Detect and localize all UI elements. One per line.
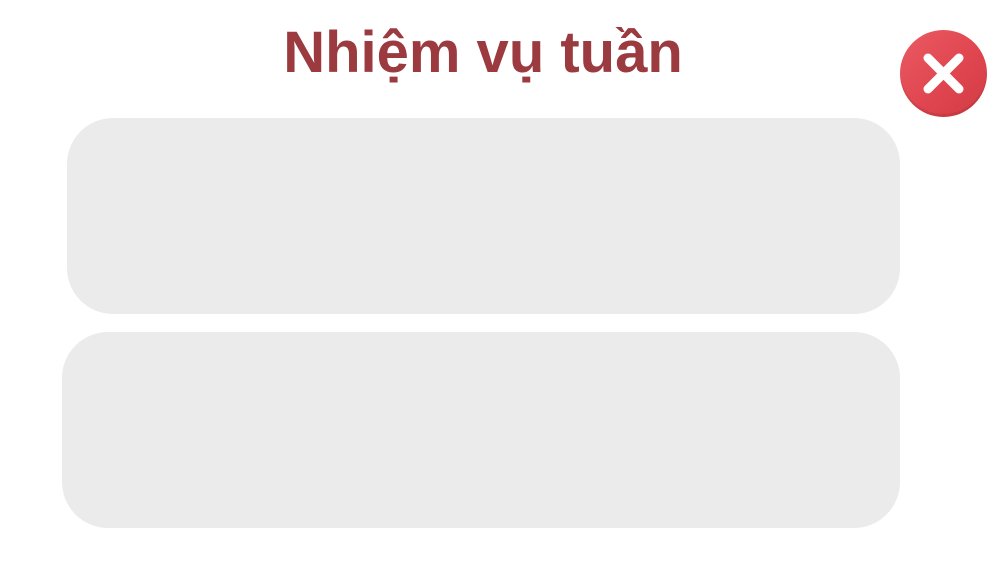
weekly-task-card-1[interactable] [67,118,900,314]
weekly-task-card-2[interactable] [62,332,900,528]
close-icon [923,53,964,94]
close-button[interactable] [900,30,987,117]
dialog-title: Nhiệm vụ tuần [283,20,683,85]
